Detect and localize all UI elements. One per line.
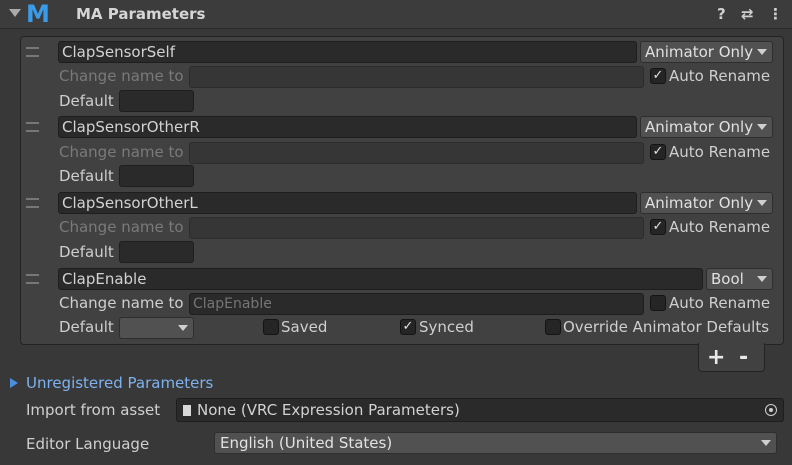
object-picker-icon[interactable] xyxy=(765,404,777,416)
parameter-name-field[interactable]: ClapSensorOtherR xyxy=(58,116,637,138)
default-value-field[interactable] xyxy=(119,90,194,112)
synced-label: Synced xyxy=(419,318,474,336)
change-name-label: Change name to xyxy=(59,294,184,312)
presets-icon[interactable]: ⇄ xyxy=(741,5,754,23)
parameter-name-field[interactable]: ClapEnable xyxy=(58,268,703,290)
remove-parameter-button[interactable]: - xyxy=(739,345,748,370)
change-name-label: Change name to xyxy=(59,67,184,85)
auto-rename-label: Auto Rename xyxy=(669,294,771,312)
default-value-field[interactable] xyxy=(119,241,194,263)
auto-rename-label: Auto Rename xyxy=(669,218,771,236)
change-name-label: Change name to xyxy=(59,143,184,161)
foldout-arrow-icon[interactable] xyxy=(9,9,21,17)
drag-handle-icon[interactable] xyxy=(26,274,39,284)
change-name-field[interactable] xyxy=(189,142,644,164)
editor-language-dropdown[interactable]: English (United States) xyxy=(214,432,777,454)
parameter-type-value: Animator Only xyxy=(645,43,754,61)
parameter-type-value: Animator Only xyxy=(645,118,754,136)
more-options-icon[interactable]: ⋮ xyxy=(768,5,783,23)
import-from-asset-label: Import from asset xyxy=(26,401,161,419)
auto-rename-label: Auto Rename xyxy=(669,143,771,161)
parameter-type-dropdown[interactable]: Bool xyxy=(706,268,773,290)
parameter-type-dropdown[interactable]: Animator Only xyxy=(640,116,773,138)
auto-rename-label: Auto Rename xyxy=(669,67,771,85)
parameter-name-field[interactable]: ClapSensorOtherL xyxy=(58,192,637,214)
change-name-field[interactable] xyxy=(189,66,644,88)
auto-rename-checkbox[interactable]: ✓ xyxy=(650,219,666,235)
saved-label: Saved xyxy=(281,318,328,336)
synced-checkbox[interactable]: ✓ xyxy=(400,319,416,335)
default-label: Default xyxy=(59,243,114,261)
editor-language-label: Editor Language xyxy=(26,435,150,453)
foldout-arrow-icon[interactable] xyxy=(10,378,18,388)
component-title: MA Parameters xyxy=(76,5,206,23)
chevron-down-icon xyxy=(757,124,767,130)
drag-handle-icon[interactable] xyxy=(26,198,39,208)
add-parameter-button[interactable]: + xyxy=(707,345,725,370)
chevron-down-icon xyxy=(761,440,771,446)
asset-file-icon xyxy=(183,405,191,416)
auto-rename-checkbox[interactable]: ✓ xyxy=(650,68,666,84)
drag-handle-icon[interactable] xyxy=(26,47,39,57)
default-label: Default xyxy=(59,92,114,110)
default-value-field[interactable] xyxy=(119,165,194,187)
parameter-type-dropdown[interactable]: Animator Only xyxy=(640,192,773,214)
auto-rename-checkbox[interactable] xyxy=(650,295,666,311)
saved-checkbox[interactable] xyxy=(263,319,279,335)
change-name-label: Change name to xyxy=(59,218,184,236)
help-icon[interactable]: ? xyxy=(717,5,726,23)
parameter-type-value: Animator Only xyxy=(645,194,754,212)
parameter-type-value: Bool xyxy=(711,270,744,288)
import-asset-value: None (VRC Expression Parameters) xyxy=(197,401,460,419)
drag-handle-icon[interactable] xyxy=(26,122,39,132)
chevron-down-icon xyxy=(757,49,767,55)
chevron-down-icon xyxy=(757,200,767,206)
override-defaults-label: Override Animator Defaults xyxy=(563,318,770,336)
change-name-field[interactable] xyxy=(189,293,644,315)
parameter-name-field[interactable]: ClapSensorSelf xyxy=(58,41,637,63)
modular-avatar-logo-icon: M xyxy=(26,0,50,28)
override-defaults-checkbox[interactable] xyxy=(545,319,561,335)
editor-language-value: English (United States) xyxy=(220,434,393,452)
default-label: Default xyxy=(59,167,114,185)
default-label: Default xyxy=(59,318,114,336)
default-value-dropdown[interactable] xyxy=(119,317,194,339)
unregistered-parameters-foldout[interactable]: Unregistered Parameters xyxy=(26,373,213,393)
parameter-type-dropdown[interactable]: Animator Only xyxy=(640,41,773,63)
import-asset-field[interactable]: None (VRC Expression Parameters) xyxy=(176,398,784,422)
change-name-field[interactable] xyxy=(189,217,644,239)
chevron-down-icon xyxy=(178,325,188,331)
chevron-down-icon xyxy=(757,276,767,282)
auto-rename-checkbox[interactable]: ✓ xyxy=(650,144,666,160)
